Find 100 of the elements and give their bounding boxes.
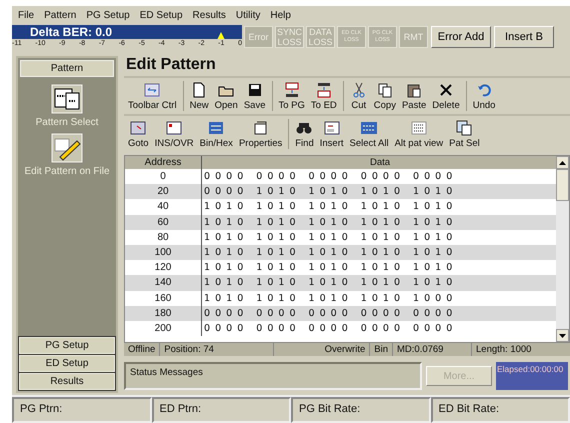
toolbar-button[interactable]: Find <box>295 119 314 149</box>
data-cell: 0 0 0 0 <box>256 171 296 182</box>
toolbar-button[interactable]: Open <box>214 81 238 111</box>
upload-icon <box>282 81 301 99</box>
data-cell: 0 0 0 0 <box>204 171 244 182</box>
data-cell: 1 0 1 0 <box>360 247 401 258</box>
editor-status-field: MD:0.0769 <box>393 343 472 356</box>
menu-item[interactable]: PG Setup <box>86 10 130 20</box>
data-cell: 1 0 1 0 <box>413 247 454 258</box>
toolbar-button[interactable]: Delete <box>432 81 460 111</box>
toolbar-button[interactable]: To ED <box>310 81 337 111</box>
data-cell: 1 0 1 0 <box>204 262 244 274</box>
menu-item[interactable]: Utility <box>236 10 260 20</box>
scrollbar[interactable] <box>556 156 569 342</box>
data-cell: 0 0 0 0 <box>413 308 454 319</box>
data-cell: 1 0 1 0 <box>413 277 454 288</box>
pencil-icon[interactable] <box>51 133 83 163</box>
scroll-thumb[interactable] <box>556 169 569 201</box>
pattern-pages-icon[interactable] <box>51 84 83 114</box>
data-cell: 1 0 1 0 <box>360 201 401 212</box>
data-cell: 1 0 1 0 <box>256 247 296 258</box>
toolbar-button[interactable]: Undo <box>472 81 496 111</box>
data-cell: 0 0 0 0 <box>204 322 244 334</box>
data-cell: 1 0 1 0 <box>360 277 401 288</box>
data-cell: 1 0 1 0 <box>360 232 401 243</box>
status-bar-field: PG Ptrn: <box>12 397 152 423</box>
toolbar-button[interactable]: Goto <box>128 119 149 149</box>
sidebar-button[interactable]: ED Setup <box>19 355 115 372</box>
data-cell: 0 0 0 0 <box>204 186 244 198</box>
menu-item[interactable]: Help <box>270 10 291 20</box>
data-cell: 0 0 0 0 <box>413 171 454 182</box>
data-cell: 0 0 0 0 <box>256 308 296 319</box>
data-cell: 1 0 1 0 <box>308 292 349 304</box>
editor-status-field: Bin <box>370 343 393 356</box>
data-cell: 1 0 1 0 <box>413 201 454 212</box>
download-icon <box>314 81 333 99</box>
toolbar-button[interactable]: To PG <box>278 81 305 111</box>
toolbar-button[interactable]: INS/OVR <box>154 119 194 149</box>
scroll-down-icon[interactable] <box>556 329 569 342</box>
editor-status-field: Offline <box>124 343 160 356</box>
data-cell: 1 0 1 0 <box>308 232 349 243</box>
data-cell: 1 0 1 0 <box>256 186 296 198</box>
data-cell: 1 0 1 0 <box>308 186 349 198</box>
data-cell: 1 0 1 0 <box>360 292 401 304</box>
editor-status-field: Position: 74 <box>160 343 274 356</box>
editor-status-field: Length: 1000 <box>472 343 570 356</box>
toolbar-button[interactable]: Select All <box>350 119 389 149</box>
address-cell: 200 <box>125 320 202 336</box>
data-cell: 0 0 0 0 <box>308 322 349 334</box>
data-cell: 1 0 1 0 <box>256 201 296 212</box>
data-cell: 1 0 1 0 <box>256 232 296 243</box>
data-cell: 1 0 1 0 <box>308 262 349 274</box>
toolbar-button[interactable]: Bin/Hex <box>200 119 233 149</box>
toolbar-button[interactable]: Insert <box>320 119 344 149</box>
status-indicator: Error <box>244 26 273 48</box>
toolbar-button[interactable]: Paste <box>402 81 426 111</box>
binary-grid-icon <box>410 119 428 137</box>
toolbar-button[interactable]: Pat Sel <box>449 119 480 149</box>
toolbar-button[interactable]: Properties <box>238 119 282 149</box>
status-indicator: DATA LOSS <box>306 26 335 48</box>
data-cell: 0 0 0 0 <box>308 308 349 319</box>
data-cell: 1 0 1 0 <box>413 232 454 243</box>
menu-item[interactable]: Results <box>192 10 226 20</box>
menu-item[interactable]: ED Setup <box>140 10 183 20</box>
data-cell: 1 0 1 0 <box>204 247 244 258</box>
status-indicator: RMT <box>399 26 428 48</box>
menu-item[interactable]: Pattern <box>44 10 76 20</box>
toolbar-button[interactable]: Toolbar Ctrl <box>128 81 177 111</box>
scroll-up-icon[interactable] <box>556 156 569 169</box>
data-cell: 0 0 0 0 <box>360 322 401 334</box>
toolbar-button[interactable]: Copy <box>374 81 396 111</box>
toolbar-button[interactable]: Cut <box>350 81 368 111</box>
sidebar-button[interactable]: Results <box>19 373 115 390</box>
data-cell: 1 0 1 0 <box>360 216 401 228</box>
data-cell: 1 0 1 0 <box>413 186 454 198</box>
arrows-icon <box>143 81 162 99</box>
sidebar-button[interactable]: PG Setup <box>19 337 115 354</box>
page-title: Edit Pattern <box>125 56 217 75</box>
status-indicator: SYNC LOSS <box>275 26 304 48</box>
data-cell: 0 0 0 0 <box>308 171 349 182</box>
toolbar-button[interactable]: Alt pat view <box>394 119 444 149</box>
insert-icon <box>322 119 341 137</box>
delta-ber-label: Delta BER: 0.0 <box>30 25 112 39</box>
toolbar-button[interactable]: Save <box>244 81 266 111</box>
pattern-select-icon <box>455 119 474 137</box>
menu-item[interactable]: File <box>18 10 34 20</box>
editor-status-field: Overwrite <box>320 343 370 356</box>
action-button[interactable]: Error Add <box>431 26 491 48</box>
status-bar-field: ED Ptrn: <box>152 397 291 423</box>
data-cell: 1 0 1 0 <box>308 201 349 212</box>
data-cell: 1 0 1 0 <box>204 232 244 243</box>
data-cell: 1 0 1 0 <box>204 216 244 228</box>
elapsed-timer: Elapsed:00:00:00 <box>496 362 568 390</box>
sidebar-tab[interactable]: Pattern <box>20 60 114 77</box>
select-all-icon <box>360 119 378 137</box>
column-header: Data <box>368 157 392 168</box>
toolbar-button[interactable]: New <box>190 81 209 111</box>
action-button[interactable]: Insert B <box>494 26 554 48</box>
data-cell: 1 0 1 0 <box>256 262 296 274</box>
data-cell: 1 0 1 0 <box>413 216 454 228</box>
